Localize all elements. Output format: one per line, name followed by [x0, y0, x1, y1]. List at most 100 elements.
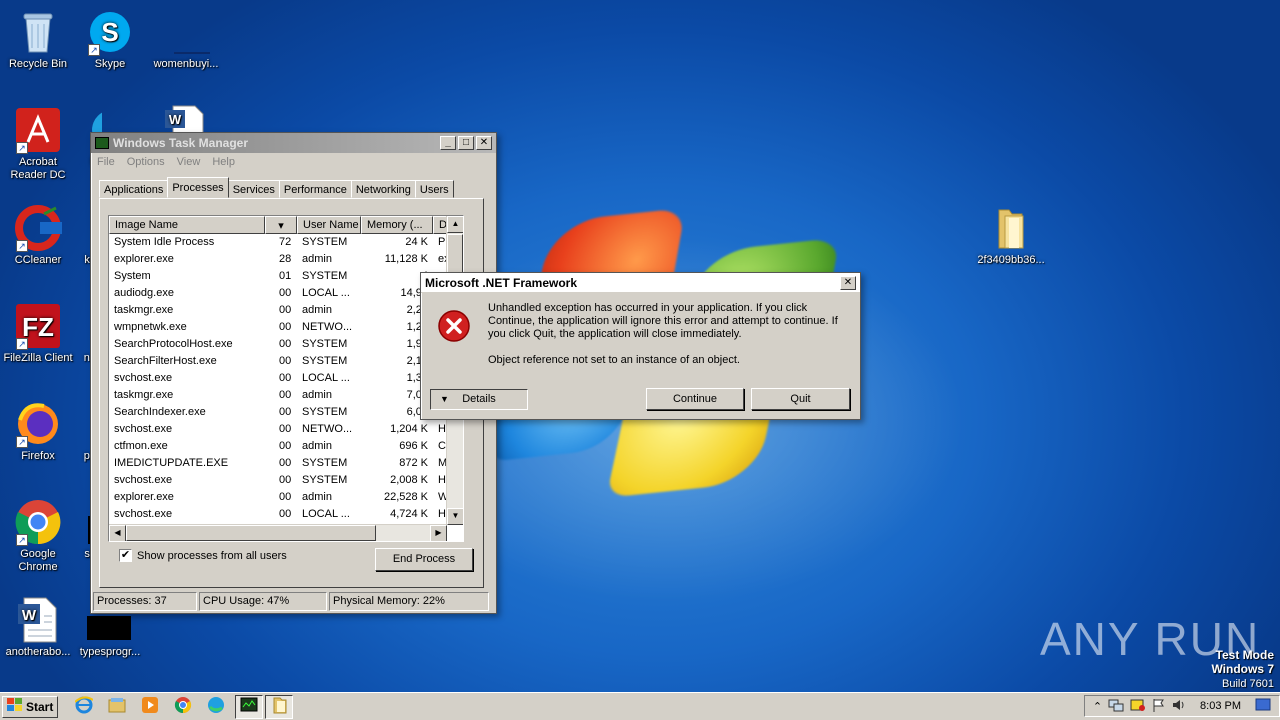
- scroll-right-button[interactable]: ▶: [430, 525, 447, 541]
- desktop-icon-recycle-bin[interactable]: Recycle Bin: [0, 8, 76, 71]
- desktop-icon-womenbuyi[interactable]: womenbuyi...: [148, 8, 224, 71]
- table-row[interactable]: svchost.exe 00 NETWO... 1,204 KH: [109, 421, 463, 438]
- table-row[interactable]: System Idle Process 72 SYSTEM 24 K Pr: [109, 234, 463, 251]
- process-list[interactable]: Image Name ▾ User Name Memory (... D Sys…: [108, 215, 464, 542]
- desktop-icon-folder[interactable]: 2f3409bb36...: [968, 204, 1054, 267]
- menu-bar: File Options View Help: [91, 153, 496, 171]
- cell-image-name: explorer.exe: [114, 491, 174, 503]
- cell-cpu: 00: [279, 372, 292, 384]
- cell-cpu: 00: [279, 338, 292, 350]
- tab-services[interactable]: Services: [227, 180, 280, 198]
- cell-image-name: audiodg.exe: [114, 287, 174, 299]
- clock[interactable]: 8:03 PM: [1200, 700, 1241, 712]
- table-row[interactable]: explorer.exe 00 admin 22,528 KW: [109, 489, 463, 506]
- column-header-cpu[interactable]: ▾: [265, 216, 297, 234]
- svg-text:W: W: [169, 112, 182, 127]
- show-all-users-option[interactable]: ✔ Show processes from all users: [119, 549, 287, 562]
- menu-file[interactable]: File: [97, 156, 115, 168]
- scroll-down-button[interactable]: ▼: [447, 508, 463, 525]
- menu-view[interactable]: View: [177, 156, 201, 168]
- minimize-button[interactable]: _: [440, 136, 456, 150]
- table-row[interactable]: taskmgr.exe 00 admin 7,00: [109, 387, 463, 404]
- close-button[interactable]: ✕: [840, 275, 856, 290]
- end-process-button[interactable]: End Process: [375, 548, 473, 571]
- taskbar-chrome[interactable]: [169, 695, 197, 719]
- desktop-icon-acrobat[interactable]: ↗ Acrobat Reader DC: [0, 106, 76, 182]
- cell-cpu: 00: [279, 304, 292, 316]
- table-row[interactable]: IMEDICTUPDATE.EXE 00 SYSTEM 872 KM: [109, 455, 463, 472]
- start-button[interactable]: Start: [2, 695, 59, 718]
- table-row[interactable]: svchost.exe 00 LOCAL ... 4,724 KH: [109, 506, 463, 523]
- error-message: Unhandled exception has occurred in your…: [488, 302, 838, 340]
- show-desktop-icon[interactable]: [1255, 698, 1271, 715]
- column-header-image-name[interactable]: Image Name: [109, 216, 265, 234]
- taskbar-task-manager[interactable]: [235, 694, 264, 719]
- cell-user-name: NETWO...: [302, 423, 353, 435]
- continue-button[interactable]: Continue: [646, 388, 744, 410]
- taskbar-edge[interactable]: [202, 695, 230, 719]
- tab-networking[interactable]: Networking: [350, 180, 416, 198]
- show-all-users-checkbox[interactable]: ✔: [119, 549, 132, 562]
- tab-applications[interactable]: Applications: [99, 180, 169, 198]
- tab-processes[interactable]: Processes: [167, 177, 229, 198]
- desktop-icon-chrome[interactable]: ↗ Google Chrome: [0, 498, 76, 574]
- table-row[interactable]: audiodg.exe 00 LOCAL ... 14,94: [109, 285, 463, 302]
- taskbar-media-player[interactable]: [136, 695, 164, 719]
- taskbar-folder[interactable]: [265, 694, 294, 719]
- cell-user-name: LOCAL ...: [302, 372, 350, 384]
- desktop-icon-anotherabo[interactable]: W anotherabo...: [0, 596, 76, 659]
- scroll-left-button[interactable]: ◀: [109, 525, 126, 541]
- dialog-titlebar[interactable]: Microsoft .NET Framework ✕: [421, 273, 860, 293]
- desktop-icon-label: Google Chrome: [18, 548, 58, 573]
- show-hidden-icons-button[interactable]: ⌃: [1093, 700, 1102, 713]
- chevron-down-icon: ▼: [440, 394, 449, 404]
- details-button[interactable]: ▼ Details: [430, 389, 528, 410]
- table-row[interactable]: svchost.exe 00 SYSTEM 2,008 KH: [109, 472, 463, 489]
- horizontal-scrollbar[interactable]: ◀ ▶: [109, 524, 447, 541]
- taskbar-ie[interactable]: [70, 695, 98, 719]
- desktop-icon-skype[interactable]: S ↗ Skype: [72, 8, 148, 71]
- column-header-user-name[interactable]: User Name: [297, 216, 361, 234]
- flag-icon[interactable]: [1152, 698, 1166, 715]
- quit-button[interactable]: Quit: [751, 388, 850, 410]
- table-row[interactable]: System01SYSTEM4: [109, 268, 463, 285]
- table-row[interactable]: explorer.exe 28 admin 11,128 Kex: [109, 251, 463, 268]
- volume-icon[interactable]: [1172, 698, 1186, 715]
- table-row[interactable]: taskmgr.exe 00 admin 2,22: [109, 302, 463, 319]
- scroll-up-button[interactable]: ▲: [447, 216, 463, 233]
- network-icon[interactable]: [1108, 698, 1124, 715]
- taskmgr-icon: [240, 697, 258, 716]
- close-button[interactable]: ✕: [476, 136, 492, 150]
- status-physical-memory: Physical Memory: 22%: [329, 592, 489, 611]
- desktop-icon-label: CCleaner: [14, 254, 62, 266]
- cell-image-name: svchost.exe: [114, 474, 173, 486]
- error-icon: [437, 309, 471, 346]
- tab-users[interactable]: Users: [414, 180, 454, 198]
- scroll-thumb-horizontal[interactable]: [126, 525, 376, 541]
- table-row[interactable]: svchost.exe 00 LOCAL ... 1,33: [109, 370, 463, 387]
- table-row[interactable]: SearchFilterHost.exe 00 SYSTEM 2,15: [109, 353, 463, 370]
- taskbar-explorer[interactable]: [103, 695, 131, 719]
- desktop-icon-firefox[interactable]: ↗ Firefox: [0, 400, 76, 463]
- desktop-icon-ccleaner[interactable]: ↗ CCleaner: [0, 204, 76, 267]
- maximize-button[interactable]: □: [458, 136, 474, 150]
- table-row[interactable]: wmpnetwk.exe 00 NETWO... 1,22: [109, 319, 463, 336]
- tab-strip: Applications Processes Services Performa…: [99, 177, 454, 198]
- tab-performance[interactable]: Performance: [278, 180, 352, 198]
- table-row[interactable]: SearchProtocolHost.exe 00 SYSTEM 1,94: [109, 336, 463, 353]
- table-row[interactable]: ctfmon.exe 00 admin 696 KC: [109, 438, 463, 455]
- desktop-icon-filezilla[interactable]: FZ ↗ FileZilla Client: [0, 302, 76, 365]
- cell-image-name: taskmgr.exe: [114, 389, 174, 401]
- action-center-icon[interactable]: [1130, 698, 1146, 715]
- menu-help[interactable]: Help: [212, 156, 235, 168]
- table-row[interactable]: SearchIndexer.exe 00 SYSTEM 6,04: [109, 404, 463, 421]
- task-manager-titlebar[interactable]: Windows Task Manager _ □ ✕: [91, 133, 496, 153]
- column-header-memory[interactable]: Memory (...: [361, 216, 433, 234]
- cell-memory: 22,528 K: [383, 491, 428, 503]
- cell-cpu: 00: [279, 457, 292, 469]
- folder-icon: [987, 204, 1035, 252]
- dotnet-error-dialog[interactable]: Microsoft .NET Framework ✕ Unhandled exc…: [420, 272, 861, 420]
- cell-user-name: SYSTEM: [302, 236, 348, 248]
- menu-options[interactable]: Options: [127, 156, 165, 168]
- cell-image-name: SearchIndexer.exe: [114, 406, 206, 418]
